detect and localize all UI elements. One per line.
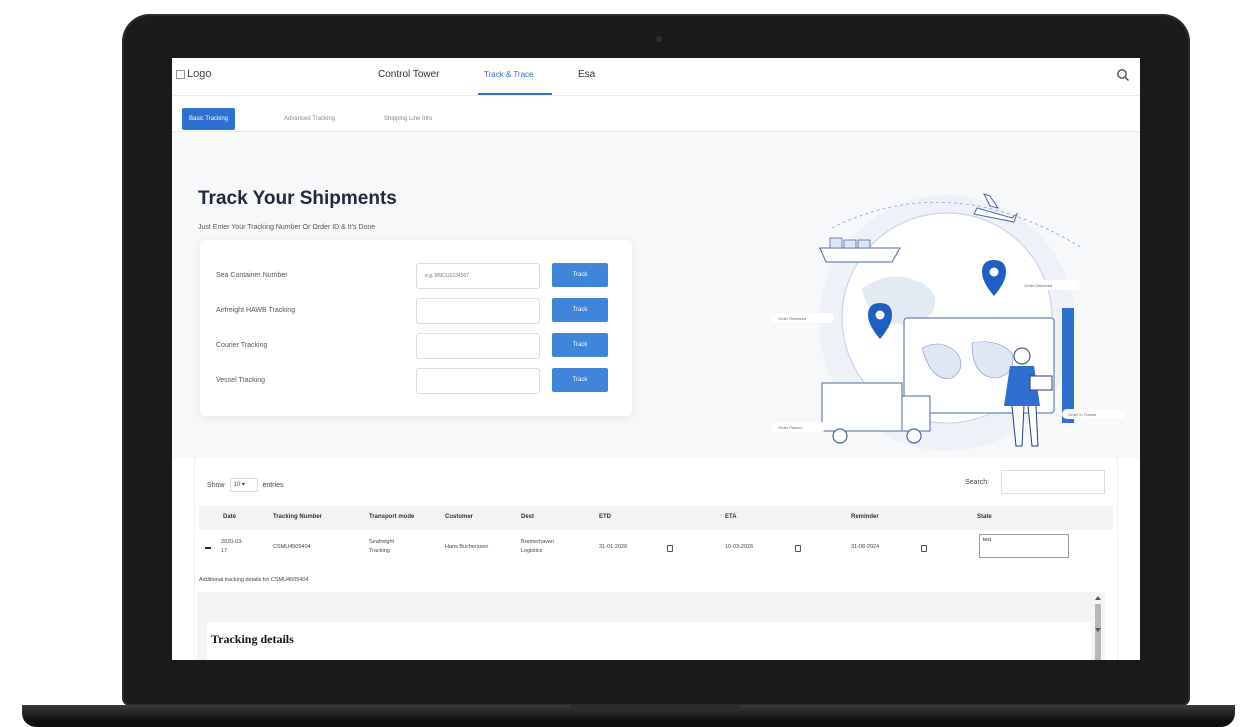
tracking-label: Vessel Tracking	[216, 377, 266, 384]
illustration-label: Order Delivered	[1024, 283, 1052, 288]
courier-input[interactable]	[416, 333, 540, 359]
th-transport-mode[interactable]: Transport mode	[369, 514, 414, 520]
tab-advanced-tracking[interactable]: Advanced Tracking	[284, 108, 335, 130]
search-label: Search:	[965, 479, 990, 486]
calendar-icon[interactable]	[667, 545, 673, 552]
th-dest[interactable]: Dest	[521, 514, 534, 520]
tab-shipping-line-info[interactable]: Shipping Line Info	[384, 108, 432, 130]
laptop-notch	[570, 705, 740, 712]
search-icon[interactable]	[1116, 68, 1130, 82]
cell-dest-line1: Bremerhaven	[521, 539, 555, 545]
entries-select[interactable]: 10 ▾	[229, 478, 258, 492]
broken-image-icon	[176, 69, 185, 79]
tracking-label: Airfreight HAWB Tracking	[216, 307, 296, 314]
cell-date-line2: 17	[221, 548, 228, 554]
tracking-row-courier: Courier Tracking Track	[200, 332, 632, 362]
th-reminder[interactable]: Reminder	[851, 514, 879, 520]
th-customer[interactable]: Customer	[445, 514, 473, 520]
cell-tracking-number: CSMU4505404	[273, 544, 311, 550]
calendar-icon[interactable]	[921, 545, 927, 552]
top-navigation: Logo Control Tower Track & Trace Esa	[172, 58, 1140, 96]
th-eta[interactable]: ETA	[725, 514, 737, 520]
th-tracking-number[interactable]: Tracking Number	[273, 514, 322, 520]
nav-esa[interactable]: Esa	[578, 69, 595, 80]
state-textarea[interactable]: test	[979, 534, 1069, 558]
logo-text: Logo	[187, 68, 212, 80]
page-title: Track Your Shipments	[198, 188, 397, 209]
cell-reminder[interactable]: 31-08-2024	[851, 543, 879, 551]
entries-control: Show 10 ▾ entries	[207, 478, 284, 492]
tracking-subtabs: Basic Tracking Advanced Tracking Shippin…	[172, 108, 1140, 132]
app-screen: Logo Control Tower Track & Trace Esa Bas…	[172, 58, 1140, 660]
calendar-icon[interactable]	[795, 545, 801, 552]
tracking-details-content	[207, 622, 1091, 660]
camera-dot	[656, 36, 662, 42]
track-button[interactable]: Track	[552, 333, 608, 357]
scroll-up-icon[interactable]	[1095, 596, 1101, 600]
page-subtitle: Just Enter Your Tracking Number Or Order…	[198, 224, 376, 231]
th-state[interactable]: State	[977, 514, 992, 520]
th-etd[interactable]: ETD	[599, 514, 611, 520]
shipping-illustration: Order Received Order Delivered Order Pla…	[772, 193, 1124, 451]
cell-mode-line1: Seafreight	[369, 539, 395, 545]
illustration-label: Order Placed	[778, 425, 802, 430]
active-nav-underline	[478, 93, 552, 95]
illustration-label: Order Received	[778, 316, 806, 321]
track-button[interactable]: Track	[552, 263, 608, 287]
tab-basic-tracking[interactable]: Basic Tracking	[182, 108, 236, 130]
th-date[interactable]: Date	[223, 514, 236, 520]
tracking-label: Courier Tracking	[216, 342, 268, 349]
track-button[interactable]: Track	[552, 368, 608, 392]
vessel-input[interactable]	[416, 368, 540, 394]
illustration-label: Order In Transit	[1068, 412, 1097, 417]
cell-customer: Hans Bucherssen	[445, 544, 489, 550]
nav-control-tower[interactable]: Control Tower	[378, 69, 440, 80]
cell-etd[interactable]: 31-01-2026	[599, 543, 627, 551]
cell-date-line1: 2020-03-	[221, 539, 244, 545]
collapse-icon[interactable]	[205, 547, 211, 549]
cell-dest-line2: Logistics	[521, 548, 543, 554]
tracking-row-vessel: Vessel Tracking Track	[200, 367, 632, 397]
table-header: Date Tracking Number Transport mode Cust…	[199, 506, 1113, 530]
tracking-details-title: Tracking details	[211, 632, 294, 646]
details-scrollbar[interactable]	[1093, 592, 1103, 660]
tracking-form-card: Sea Container Number Track Airfreight HA…	[200, 240, 632, 416]
cell-eta[interactable]: 10-03-2026	[725, 543, 753, 551]
show-label: Show	[207, 481, 225, 489]
sea-container-input[interactable]	[416, 263, 540, 289]
additional-details-label: Additional tracking details for CSMU4505…	[199, 577, 309, 583]
cell-mode-line2: Tracking	[369, 548, 390, 554]
shipments-table-section: Show 10 ▾ entries Search: Date Tracking …	[194, 458, 1118, 660]
entries-label: entries	[262, 481, 284, 489]
logo[interactable]: Logo	[176, 68, 211, 80]
tracking-label: Sea Container Number	[216, 272, 288, 279]
track-button[interactable]: Track	[552, 298, 608, 322]
tracking-details-frame: Tracking details	[197, 592, 1105, 660]
table-row: 2020-03- 17 CSMU4505404 Seafreight Track…	[199, 532, 1113, 570]
decor-bar	[1062, 308, 1074, 423]
table-search-input[interactable]	[1001, 470, 1105, 494]
nav-track-trace[interactable]: Track & Trace	[484, 70, 534, 79]
airfreight-hawb-input[interactable]	[416, 298, 540, 324]
tracking-row-air: Airfreight HAWB Tracking Track	[200, 297, 632, 327]
tracking-row-sea: Sea Container Number Track	[200, 262, 632, 292]
